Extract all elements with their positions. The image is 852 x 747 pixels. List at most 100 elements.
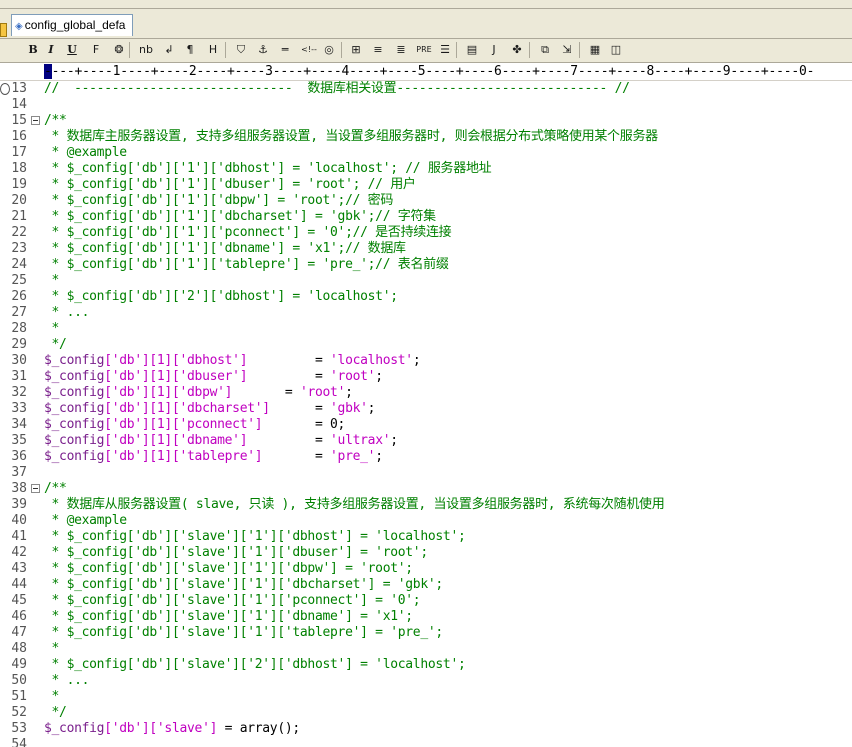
code-line[interactable]: 15 /** — [0, 113, 852, 129]
code-token: $_config — [44, 433, 105, 448]
code-line[interactable]: 35 $_config['db'][1]['dbname'] = 'ultrax'… — [0, 433, 852, 449]
code-line[interactable]: 49 * $_config['db']['slave']['2']['dbhos… — [0, 657, 852, 673]
anchor-button[interactable]: ⚓ — [254, 41, 272, 59]
code-line[interactable]: 40 * @example — [0, 513, 852, 529]
code-line[interactable]: 20 * $_config['db']['1']['dbpw'] = 'root… — [0, 193, 852, 209]
plugin-button[interactable]: ✤ — [508, 41, 526, 59]
line-number: 32 — [11, 385, 27, 400]
code-token: 'localhost' — [330, 353, 413, 368]
code-line[interactable]: 39 * 数据库从服务器设置( slave, 只读 ), 支持多组服务器设置, … — [0, 497, 852, 513]
code-line[interactable]: 28 * — [0, 321, 852, 337]
comment-button[interactable]: <!-- — [298, 41, 320, 59]
underline-button[interactable]: U — [63, 41, 81, 59]
code-line[interactable]: 43 * $_config['db']['slave']['1']['dbpw'… — [0, 561, 852, 577]
color-button[interactable]: ❂ — [110, 41, 128, 59]
code-line[interactable]: 44 * $_config['db']['slave']['1']['dbcha… — [0, 577, 852, 593]
font-button[interactable]: F — [87, 41, 105, 59]
code-line[interactable]: 48 * — [0, 641, 852, 657]
code-text: $_config['db'][1]['dbname'] = 'ultrax'; — [44, 433, 398, 449]
code-line[interactable]: 54 — [0, 737, 852, 747]
code-token: $_config — [44, 385, 105, 400]
code-line[interactable]: 31 $_config['db'][1]['dbuser'] = 'root'; — [0, 369, 852, 385]
code-line[interactable]: 33 $_config['db'][1]['dbcharset'] = 'gbk'… — [0, 401, 852, 417]
code-line[interactable]: 50 * ... — [0, 673, 852, 689]
code-line[interactable]: 30 $_config['db'][1]['dbhost'] = 'localho… — [0, 353, 852, 369]
code-text: * $_config['db']['slave']['1']['pconnect… — [44, 593, 421, 609]
code-text: * $_config['db']['slave']['1']['dbname']… — [44, 609, 414, 625]
code-line[interactable]: 23 * $_config['db']['1']['dbname'] = 'x1… — [0, 241, 852, 257]
code-line[interactable]: 47 * $_config['db']['slave']['1']['table… — [0, 625, 852, 641]
code-line[interactable]: 32 $_config['db'][1]['dbpw'] = 'root'; — [0, 385, 852, 401]
link-button[interactable]: ⛉ — [232, 41, 250, 59]
code-line[interactable]: 38 /** — [0, 481, 852, 497]
code-line[interactable]: 37 — [0, 465, 852, 481]
fold-collapse-icon[interactable] — [31, 116, 40, 125]
line-number: 28 — [11, 321, 27, 336]
code-text: $_config['db']['slave'] = array(); — [44, 721, 300, 737]
bold-button[interactable]: B — [24, 41, 42, 59]
code-line[interactable]: 17 * @example — [0, 145, 852, 161]
top-toolbar — [0, 0, 852, 9]
table-button[interactable]: ⊞ — [347, 41, 365, 59]
code-line[interactable]: 13 // ----------------------------- 数据库相关… — [0, 81, 852, 97]
code-line[interactable]: 41 * $_config['db']['slave']['1']['dbhos… — [0, 529, 852, 545]
html-toolbar: B I U F ❂ nb ↲ ¶ H ⛉ ⚓ ═ <!-- ◎ ⊞ ≡ ≣ PRE ☰ ▤ J ✤ ⧉ ⇲ ▦ ◫ — [0, 39, 852, 95]
code-token: * — [44, 273, 60, 288]
code-token: ['db'][1]['tablepre'] — [104, 449, 263, 464]
italic-button[interactable]: I — [42, 41, 60, 59]
pre-button[interactable]: PRE — [413, 41, 435, 59]
code-line[interactable]: 46 * $_config['db']['slave']['1']['dbnam… — [0, 609, 852, 625]
code-line[interactable]: 53 $_config['db']['slave'] = array(); — [0, 721, 852, 737]
linebreak-button[interactable]: ↲ — [160, 41, 178, 59]
code-line[interactable]: 36 $_config['db'][1]['tablepre'] = 'pre_'… — [0, 449, 852, 465]
code-line[interactable]: 34 $_config['db'][1]['pconnect'] = 0; — [0, 417, 852, 433]
paragraph-button[interactable]: ¶ — [181, 41, 199, 59]
line-number: 26 — [11, 289, 27, 304]
align-button[interactable]: ≣ — [392, 41, 410, 59]
code-text: * 数据库主服务器设置, 支持多组服务器设置, 当设置多组服务器时, 则会根据分… — [44, 129, 659, 145]
hr-button[interactable]: ═ — [276, 41, 294, 59]
code-token: * $_config['db']['slave']['1']['dbname']… — [44, 609, 414, 624]
center-button[interactable]: ≡ — [369, 41, 387, 59]
code-line[interactable]: 26 * $_config['db']['2']['dbhost'] = 'lo… — [0, 289, 852, 305]
code-line[interactable]: 22 * $_config['db']['1']['pconnect'] = '… — [0, 225, 852, 241]
list-button[interactable]: ☰ — [436, 41, 454, 59]
code-text: * $_config['db']['2']['dbhost'] = 'local… — [44, 289, 399, 305]
copy-button[interactable]: ⧉ — [536, 41, 554, 59]
colors-button[interactable]: ▦ — [586, 41, 604, 59]
code-line[interactable]: 45 * $_config['db']['slave']['1']['pconn… — [0, 593, 852, 609]
code-token: * $_config['db']['slave']['1']['dbuser']… — [44, 545, 429, 560]
code-text: * — [44, 641, 60, 657]
nbsp-button[interactable]: nb — [137, 41, 155, 59]
window-button[interactable]: ◫ — [607, 41, 625, 59]
heading-button[interactable]: H — [204, 41, 222, 59]
code-line[interactable]: 51 * — [0, 689, 852, 705]
code-text: $_config['db'][1]['pconnect'] = 0; — [44, 417, 345, 433]
script-button[interactable]: J — [485, 41, 503, 59]
code-line[interactable]: 18 * $_config['db']['1']['dbhost'] = 'lo… — [0, 161, 852, 177]
code-token: /** — [44, 481, 67, 496]
code-line[interactable]: 52 */ — [0, 705, 852, 721]
code-line[interactable]: 25 * — [0, 273, 852, 289]
paste-button[interactable]: ⇲ — [558, 41, 576, 59]
code-line[interactable]: 27 * ... — [0, 305, 852, 321]
code-line[interactable]: 24 * $_config['db']['1']['tablepre'] = '… — [0, 257, 852, 273]
code-line[interactable]: 16 * 数据库主服务器设置, 支持多组服务器设置, 当设置多组服务器时, 则会… — [0, 129, 852, 145]
code-line[interactable]: 29 */ — [0, 337, 852, 353]
fold-collapse-icon[interactable] — [31, 484, 40, 493]
code-line[interactable]: 21 * $_config['db']['1']['dbcharset'] = … — [0, 209, 852, 225]
code-line[interactable]: 42 * $_config['db']['slave']['1']['dbuse… — [0, 545, 852, 561]
toolbar-separator — [456, 42, 457, 58]
code-token: = — [247, 369, 331, 384]
code-line[interactable]: 14 — [0, 97, 852, 113]
code-editor[interactable]: 13 // ----------------------------- 数据库相关… — [0, 81, 852, 747]
code-token: $_config — [44, 353, 105, 368]
code-token: ['db'][1]['dbpw'] — [104, 385, 233, 400]
line-number: 46 — [11, 609, 27, 624]
toolbar-separator — [225, 42, 226, 58]
form-button[interactable]: ▤ — [463, 41, 481, 59]
code-line[interactable]: 19 * $_config['db']['1']['dbuser'] = 'ro… — [0, 177, 852, 193]
tab-config-global-default[interactable]: ◈ config_global_defa — [11, 14, 133, 36]
image-button[interactable]: ◎ — [320, 41, 338, 59]
folder-icon[interactable] — [0, 23, 7, 37]
